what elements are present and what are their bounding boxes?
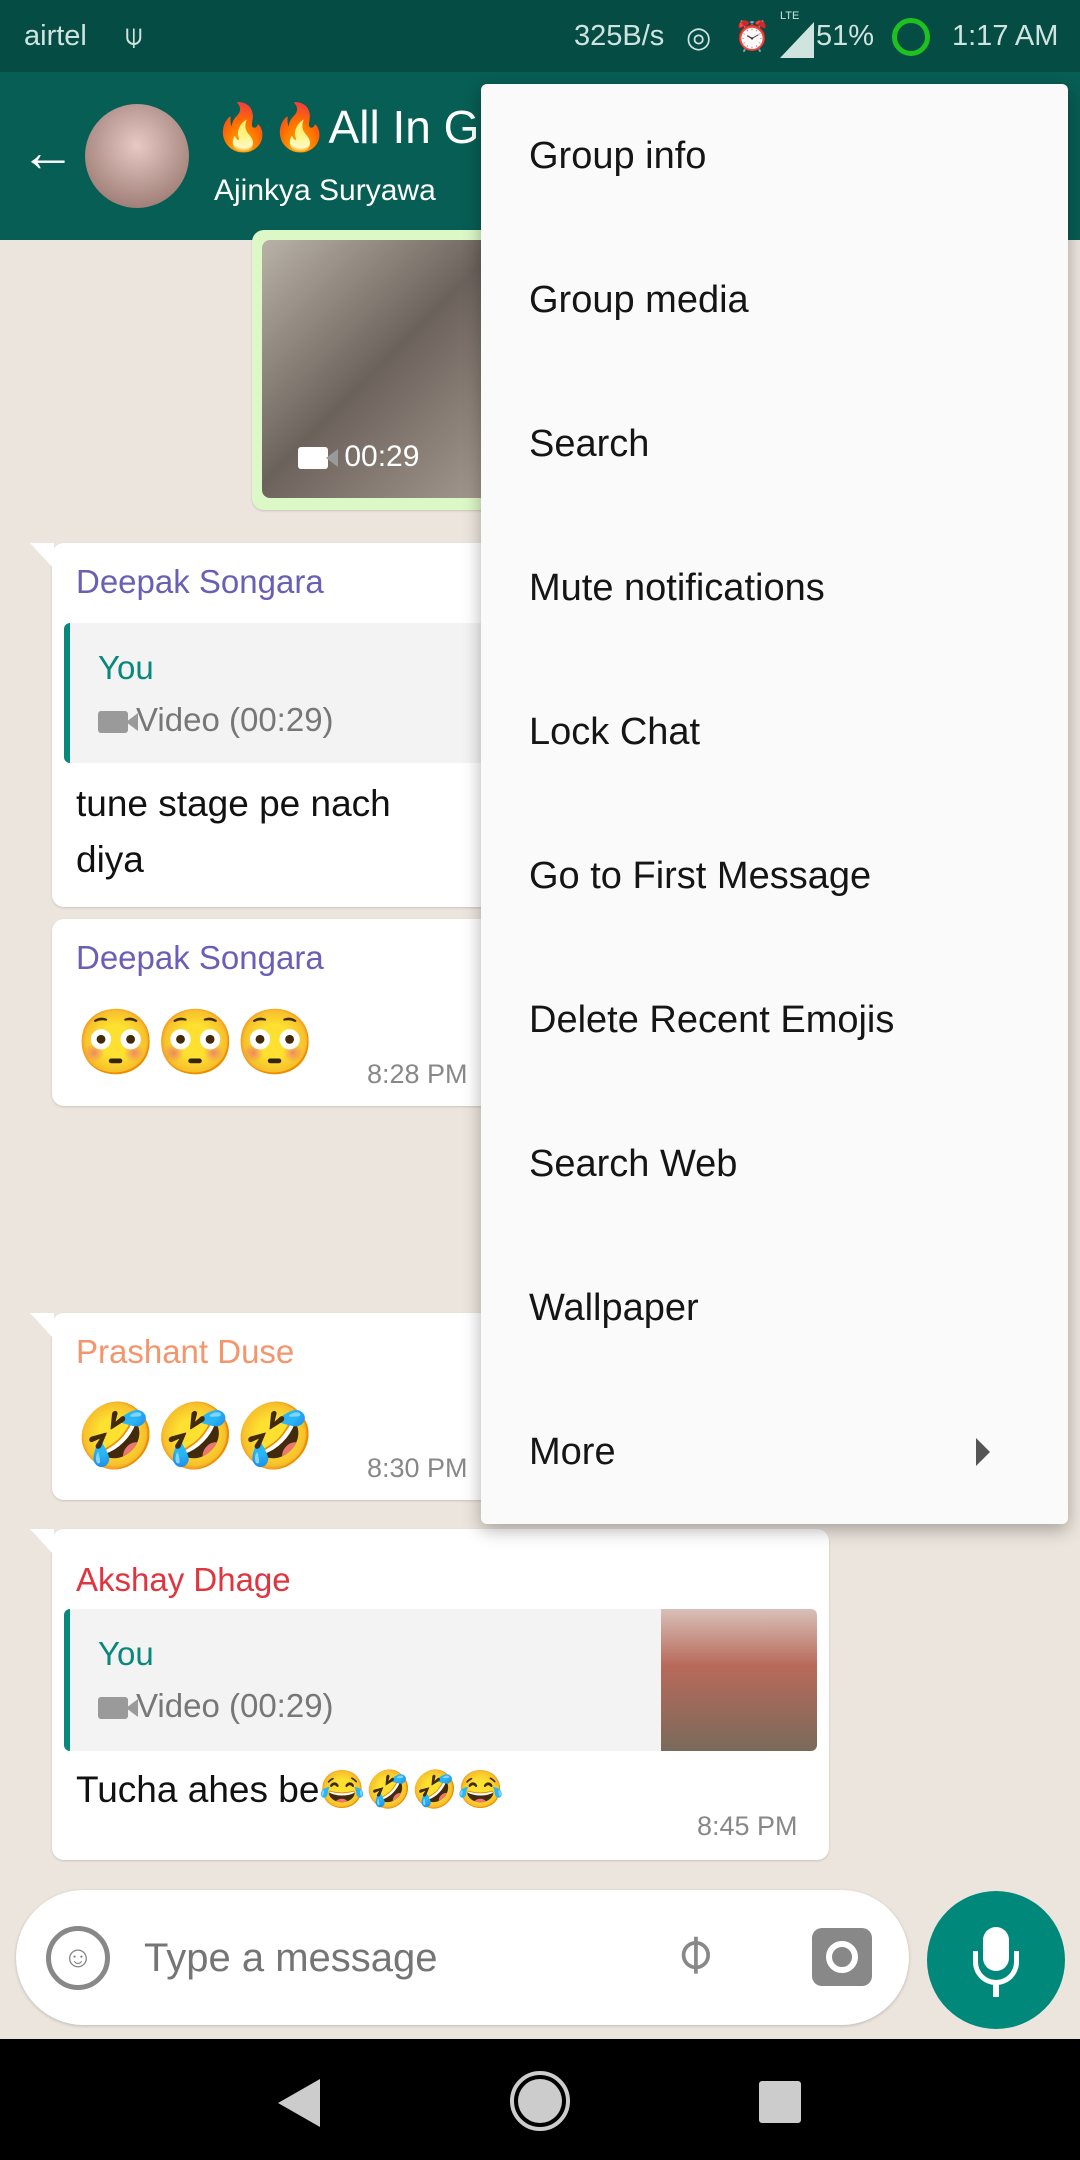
video-duration: 00:29	[298, 440, 419, 474]
message-text-line2: diya	[76, 839, 144, 880]
camera-icon[interactable]	[812, 1928, 872, 1986]
message-text: 😳😳😳	[76, 1006, 316, 1078]
message-time: 8:28 PM	[367, 1059, 468, 1089]
menu-item-group-media[interactable]: Group media	[481, 228, 1068, 372]
message-input-bar: ☺ ⌀	[16, 1890, 909, 2025]
clock: 1:17 AM	[952, 20, 1059, 52]
quote-author: You	[98, 1635, 154, 1672]
attach-icon[interactable]: ⌀	[658, 1918, 726, 1986]
emoji-icon[interactable]: ☺	[46, 1926, 110, 1990]
carrier: airtel	[24, 20, 87, 52]
menu-item-group-info[interactable]: Group info	[481, 84, 1068, 228]
video-camera-icon	[98, 711, 138, 734]
message-input[interactable]	[144, 1920, 644, 1996]
message-bubble[interactable]: Akshay Dhage You Video (00:29) Tucha ahe…	[30, 1529, 829, 1860]
video-message[interactable]: 00:29	[252, 230, 492, 510]
menu-item-more[interactable]: More	[481, 1380, 1068, 1524]
message-text: Tucha ahes be😂🤣🤣😂	[76, 1769, 504, 1810]
menu-item-lock-chat[interactable]: Lock Chat	[481, 660, 1068, 804]
hotspot-icon: ◎	[686, 22, 712, 54]
menu-item-more-label: More	[529, 1431, 616, 1473]
alarm-icon: ⏰	[734, 21, 771, 53]
navigation-bar	[0, 2039, 1080, 2160]
sender-name: Prashant Duse	[76, 1333, 295, 1370]
sender-name: Akshay Dhage	[76, 1561, 291, 1598]
back-nav-icon[interactable]	[278, 2079, 320, 2127]
quote-author: You	[98, 649, 154, 686]
menu-item-wallpaper[interactable]: Wallpaper	[481, 1236, 1068, 1380]
home-nav-icon[interactable]	[510, 2071, 570, 2131]
battery-icon	[892, 18, 930, 56]
signal-icon	[780, 22, 814, 58]
status-bar: airtel ⍦ 325B/s ◎ ⏰ LTE 51% 1:17 AM	[0, 0, 1080, 72]
quote-text-label: Video (00:29)	[136, 1687, 334, 1724]
video-camera-icon	[298, 447, 338, 470]
avatar[interactable]	[85, 104, 189, 208]
back-arrow-icon[interactable]: ←	[20, 112, 76, 192]
message-text: 🤣🤣🤣	[76, 1400, 316, 1472]
quote-text: Video (00:29)	[98, 701, 334, 739]
menu-item-mute-notifications[interactable]: Mute notifications	[481, 516, 1068, 660]
quoted-message[interactable]: You Video (00:29)	[64, 1609, 817, 1751]
group-members[interactable]: Ajinkya Suryawa	[214, 174, 436, 208]
recents-nav-icon[interactable]	[759, 2081, 801, 2123]
menu-item-go-to-first-message[interactable]: Go to First Message	[481, 804, 1068, 948]
menu-item-search-web[interactable]: Search Web	[481, 1092, 1068, 1236]
quote-text-label: Video (00:29)	[136, 701, 334, 738]
submenu-arrow-icon	[976, 1438, 990, 1466]
network-type: LTE	[780, 10, 800, 22]
group-title[interactable]: 🔥🔥All In G	[214, 100, 479, 155]
video-camera-icon	[98, 1697, 138, 1720]
usb-icon: ⍦	[125, 20, 143, 52]
battery-percent: 51%	[816, 20, 875, 52]
duration-text: 00:29	[344, 440, 420, 473]
voice-record-button[interactable]	[927, 1891, 1065, 2029]
sender-name: Deepak Songara	[76, 563, 324, 600]
message-text: tune stage pe nach	[76, 783, 391, 824]
network-speed: 325B/s	[574, 20, 665, 52]
sender-name: Deepak Songara	[76, 939, 324, 976]
overflow-menu: Group info Group media Search Mute notif…	[481, 84, 1068, 1524]
quote-text: Video (00:29)	[98, 1687, 334, 1725]
menu-item-search[interactable]: Search	[481, 372, 1068, 516]
message-time: 8:30 PM	[367, 1453, 468, 1483]
message-time: 8:45 PM	[697, 1811, 798, 1841]
menu-item-delete-recent-emojis[interactable]: Delete Recent Emojis	[481, 948, 1068, 1092]
quote-thumbnail	[661, 1609, 817, 1751]
